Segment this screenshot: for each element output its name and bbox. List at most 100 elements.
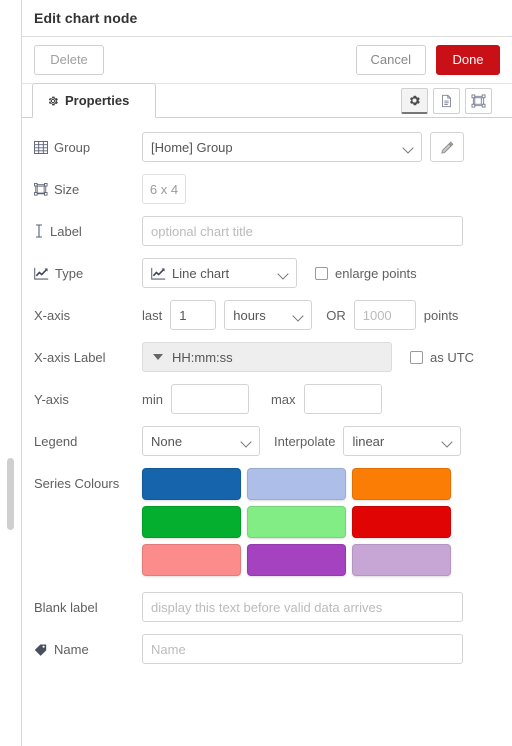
type-select-value: Line chart [172, 265, 230, 281]
series-colour-swatch-2[interactable] [247, 468, 346, 500]
description-icon-button[interactable] [433, 88, 460, 114]
xaxis-label-format-value: HH:mm:ss [172, 349, 233, 365]
as-utc-option[interactable]: as UTC [410, 350, 474, 365]
size-button[interactable]: 6 x 4 [142, 174, 186, 204]
delete-button[interactable]: Delete [34, 45, 104, 75]
chevron-down-icon [277, 268, 289, 280]
as-utc-checkbox[interactable] [410, 350, 423, 364]
yaxis-max-input[interactable] [303, 384, 382, 414]
group-select-wrapper: [Home] Group [142, 132, 422, 162]
text-cursor-icon [34, 224, 44, 238]
xaxis-or-text: OR [326, 307, 346, 323]
interpolate-select[interactable]: linear [343, 426, 462, 456]
series-colour-swatch-8[interactable] [247, 544, 346, 576]
gear-icon-button[interactable] [401, 88, 428, 114]
chart-label-label: Label [34, 224, 142, 239]
form-row-label: Label [34, 216, 500, 246]
dialog-button-bar: Delete Cancel Done [22, 37, 512, 84]
series-colours-label-text: Series Colours [34, 476, 120, 491]
legend-label: Legend [34, 434, 142, 449]
properties-form: Group [Home] Group Size 6 x 4 Label opti… [22, 118, 512, 664]
appearance-icon-button[interactable] [465, 88, 492, 114]
xaxis-label-text: X-axis [34, 307, 71, 323]
form-row-type: Type Line chart enlarge points [34, 258, 500, 288]
object-group-icon [34, 182, 48, 196]
xaxis-points-input[interactable] [353, 300, 416, 330]
yaxis-max-text: max [270, 391, 296, 407]
series-colour-swatch-9[interactable] [352, 544, 451, 576]
series-colour-row [142, 468, 451, 500]
blank-label-input[interactable] [142, 592, 463, 622]
legend-select[interactable]: None [142, 426, 260, 456]
enlarge-points-option[interactable]: enlarge points [315, 266, 417, 281]
series-colour-swatch-3[interactable] [352, 468, 451, 500]
xaxis-label-label: X-axis Label [34, 350, 142, 365]
legend-select-wrapper: None [142, 426, 260, 456]
series-colour-swatch-5[interactable] [247, 506, 346, 538]
outer-scrollbar[interactable] [0, 0, 22, 746]
gear-icon [47, 95, 59, 107]
done-button[interactable]: Done [436, 45, 500, 75]
legend-label-text: Legend [34, 433, 78, 449]
tab-properties[interactable]: Properties [32, 83, 157, 118]
cancel-button[interactable]: Cancel [355, 45, 426, 75]
interpolate-label: Interpolate [274, 433, 336, 449]
group-select[interactable]: [Home] Group [142, 132, 422, 162]
size-label-text: Size [54, 181, 80, 197]
tag-icon [34, 643, 48, 656]
form-row-size: Size 6 x 4 [34, 174, 500, 204]
form-row-xaxis-label: X-axis Label HH:mm:ss as UTC [34, 342, 500, 372]
tab-strip: Properties [22, 83, 512, 118]
xaxis-count-input[interactable] [170, 300, 217, 330]
series-colour-swatch-4[interactable] [142, 506, 241, 538]
type-select[interactable]: Line chart [142, 258, 297, 288]
series-colour-swatch-7[interactable] [142, 544, 241, 576]
edit-chart-node-dialog: Edit chart node Delete Cancel Done Prope… [22, 0, 512, 746]
enlarge-points-checkbox[interactable] [315, 266, 328, 280]
xaxis-points-text: points [423, 307, 459, 323]
tab-icon-buttons [401, 88, 492, 114]
series-colour-row [142, 544, 451, 576]
name-input[interactable] [142, 634, 463, 664]
name-label-text: Name [54, 641, 89, 657]
object-group-icon [471, 94, 486, 108]
chart-label-label-text: Label [50, 223, 82, 239]
form-row-group: Group [Home] Group [34, 132, 500, 162]
tab-properties-label: Properties [65, 93, 130, 108]
xaxis-label-format-select[interactable]: HH:mm:ss [142, 342, 392, 372]
series-colours-label: Series Colours [34, 468, 142, 491]
document-icon [440, 94, 453, 108]
yaxis-label: Y-axis [34, 392, 142, 407]
size-label: Size [34, 182, 142, 197]
form-row-blank-label: Blank label [34, 592, 500, 622]
series-colour-swatch-6[interactable] [352, 506, 451, 538]
form-row-yaxis: Y-axis min max [34, 384, 500, 414]
series-colour-swatches [142, 468, 451, 576]
scrollbar-thumb[interactable] [7, 458, 14, 530]
form-row-series-colours: Series Colours [34, 468, 500, 576]
blank-label-label-text: Blank label [34, 599, 98, 615]
yaxis-min-input[interactable] [170, 384, 249, 414]
name-label: Name [34, 642, 142, 657]
page-title: Edit chart node [34, 10, 138, 26]
chart-label-input[interactable] [142, 216, 463, 246]
as-utc-label: as UTC [430, 349, 475, 365]
caret-down-icon [153, 354, 163, 360]
form-row-legend: Legend None Interpolate linear [34, 426, 500, 456]
group-label: Group [34, 140, 142, 155]
xaxis-label-label-text: X-axis Label [34, 349, 106, 365]
tab-strip-filler [156, 84, 502, 118]
series-colour-row [142, 506, 451, 538]
form-row-name: Name [34, 634, 500, 664]
xaxis-unit-select[interactable]: hours [224, 300, 313, 330]
yaxis-min-text: min [142, 391, 163, 407]
pencil-icon [440, 141, 454, 154]
yaxis-label-text: Y-axis [34, 391, 69, 407]
interpolate-select-wrapper: linear [343, 426, 462, 456]
group-edit-button[interactable] [430, 132, 464, 162]
series-colour-swatch-1[interactable] [142, 468, 241, 500]
gear-icon [408, 94, 421, 107]
enlarge-points-label: enlarge points [335, 265, 417, 281]
xaxis-unit-wrapper: hours [224, 300, 313, 330]
dialog-header: Edit chart node [22, 0, 512, 37]
